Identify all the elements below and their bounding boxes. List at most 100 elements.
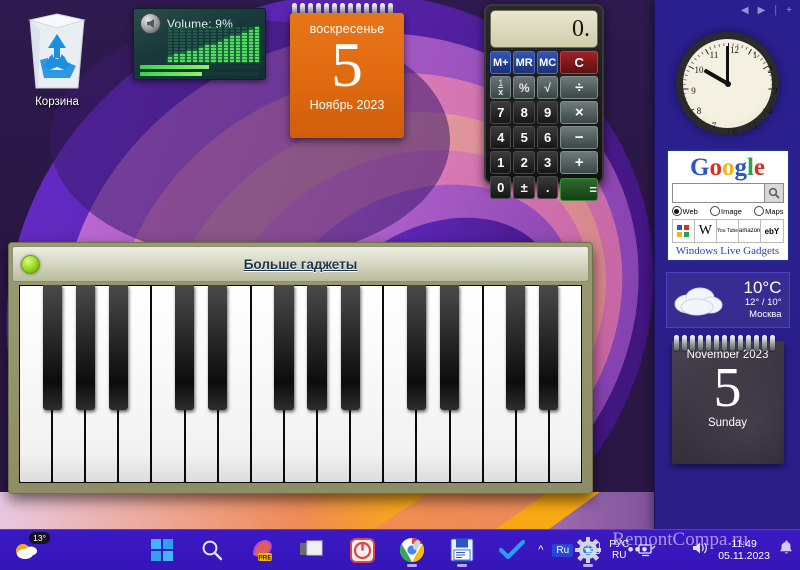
piano-black-key[interactable] <box>506 285 526 410</box>
clock-gadget[interactable]: 121234567891011 <box>670 26 785 141</box>
piano-black-key[interactable] <box>174 285 195 410</box>
power-app-icon[interactable] <box>342 530 382 570</box>
recycle-bin[interactable]: Корзина <box>14 8 100 128</box>
calculator-key-[interactable]: ± <box>513 176 535 199</box>
radio-dot-icon[interactable] <box>671 206 682 216</box>
piano-black-key[interactable] <box>539 285 559 410</box>
radio-label: Maps <box>765 206 784 216</box>
calculator-key-5[interactable]: 5 <box>513 126 535 149</box>
calculator-key-6[interactable]: 6 <box>536 126 559 149</box>
google-search-gadget[interactable]: Google Web Image Maps W You Tube amazon eb… <box>665 149 790 262</box>
volume-bar-2[interactable] <box>140 72 259 76</box>
task-view-button[interactable] <box>292 530 332 570</box>
save-app-icon[interactable] <box>442 530 482 570</box>
calculator-key-M[interactable]: M+ <box>490 51 512 74</box>
piano-title-link[interactable]: Больше гаджеты <box>13 257 588 272</box>
calculator-keypad[interactable]: M+ MR MC C 1 x% √ ÷ 7 8 9 × 4 5 6− 1 2 3 +0 ±. = <box>490 51 598 201</box>
piano-black-key[interactable] <box>439 285 460 410</box>
calculator-key-[interactable]: − <box>560 126 598 149</box>
piano-titlebar[interactable]: Больше гаджеты <box>12 246 589 282</box>
radio-dot-icon[interactable] <box>754 206 765 216</box>
calculator-key-4[interactable]: 4 <box>490 126 512 149</box>
volume-bar-1[interactable] <box>140 65 259 69</box>
calculator-key-0[interactable]: 0 <box>490 176 512 199</box>
sidebar-add-gadget-button[interactable]: + <box>786 5 792 16</box>
tray-clock[interactable]: 11:49 05.11.2023 <box>718 538 770 562</box>
google-radio-maps[interactable]: Maps <box>754 206 784 216</box>
google-search-scope-radios[interactable]: Web Image Maps <box>671 206 784 216</box>
lang-top: РУС <box>609 539 630 550</box>
piano-keyboard[interactable] <box>19 285 582 483</box>
sidebar-next-button[interactable]: ▶ <box>758 5 766 16</box>
ebay-icon[interactable]: ebY <box>761 220 782 242</box>
check-app-icon[interactable] <box>492 530 532 570</box>
clock-tick <box>690 114 694 117</box>
calculator-key-MC[interactable]: MC <box>536 51 559 74</box>
google-radio-image[interactable]: Image <box>710 206 742 216</box>
calculator-key-9[interactable]: 9 <box>536 101 559 124</box>
calculator-key-2[interactable]: 2 <box>513 151 535 174</box>
keyboard-icon[interactable] <box>582 541 601 559</box>
clock-tick <box>768 88 774 90</box>
piano-black-key[interactable] <box>108 285 128 410</box>
google-shortcut-row[interactable]: W You Tube amazon ebY <box>671 219 784 243</box>
piano-black-key[interactable] <box>406 285 426 410</box>
youtube-icon[interactable]: You Tube <box>717 220 740 242</box>
start-button[interactable] <box>142 530 182 570</box>
clock-tick <box>708 128 711 132</box>
tray-lang-badge[interactable]: Ru <box>552 543 574 557</box>
spiral-ring <box>713 335 719 351</box>
volume-icon[interactable] <box>691 540 709 561</box>
search-button[interactable] <box>192 530 232 570</box>
weather-gadget[interactable]: 10°C 12° / 10° Москва <box>665 272 790 328</box>
clock-tick <box>740 130 743 133</box>
calculator-gadget[interactable]: 0. M+ MR MC C 1 x% √ ÷ 7 8 9 × 4 5 6− 1 2 3 +0 ±. = <box>484 4 604 201</box>
tray-time: 11:49 <box>731 538 757 550</box>
google-search-input[interactable] <box>671 183 765 203</box>
bell-icon[interactable] <box>779 540 794 561</box>
radio-dot-icon[interactable] <box>710 206 721 216</box>
tray-chevron-icon[interactable]: ^ <box>538 544 543 556</box>
clock-tick <box>693 57 697 61</box>
google-gadget-footer[interactable]: Windows Live Gadgets <box>672 245 784 257</box>
wikipedia-icon[interactable]: W <box>695 220 717 242</box>
piano-black-key[interactable] <box>307 285 327 410</box>
calculator-key-[interactable]: % <box>513 76 535 99</box>
tray-language-indicator[interactable]: РУС RU <box>609 539 629 561</box>
magnifier-icon[interactable] <box>764 183 784 203</box>
calculator-key-[interactable]: × <box>560 101 598 124</box>
piano-black-key[interactable] <box>208 285 228 410</box>
calculator-key-1x[interactable]: 1x <box>490 76 512 99</box>
piano-black-key[interactable] <box>274 285 294 410</box>
piano-black-key[interactable] <box>42 285 62 410</box>
pre-app-icon[interactable]: PRE <box>242 530 282 570</box>
sidebar-prev-button[interactable]: ◀ <box>741 5 749 16</box>
calculator-key-[interactable]: = <box>560 178 598 201</box>
calculator-key-[interactable]: + <box>560 151 598 174</box>
calculator-key-1[interactable]: 1 <box>490 151 512 174</box>
clock-tick <box>747 48 752 55</box>
chrome-icon[interactable] <box>392 530 432 570</box>
piano-black-key[interactable] <box>340 285 360 410</box>
calculator-key-[interactable]: . <box>536 176 559 199</box>
weather-temperature: 10°C <box>743 278 782 297</box>
calculator-key-MR[interactable]: MR <box>513 51 535 74</box>
calculator-key-8[interactable]: 8 <box>513 101 535 124</box>
calculator-key-3[interactable]: 3 <box>536 151 559 174</box>
volume-gadget[interactable]: Volume: 9% <box>133 8 266 80</box>
calendar-gadget-orange[interactable]: воскресенье 5 Ноябрь 2023 <box>290 3 404 138</box>
piano-black-key[interactable] <box>75 285 95 410</box>
calculator-key-[interactable]: ÷ <box>560 76 598 99</box>
network-icon[interactable] <box>638 536 682 564</box>
clock-tick <box>732 43 734 46</box>
calculator-key-[interactable]: √ <box>536 76 559 99</box>
calculator-key-7[interactable]: 7 <box>490 101 512 124</box>
google-radio-web[interactable]: Web <box>671 206 698 216</box>
calendar-gadget-dark[interactable]: November 2023 5 Sunday <box>671 335 784 464</box>
clock-tick <box>762 61 766 64</box>
equalizer-column <box>211 27 216 62</box>
amazon-icon[interactable]: amazon <box>739 220 762 242</box>
google-apps-icon[interactable] <box>673 220 695 242</box>
piano-gadget-window[interactable]: Больше гаджеты <box>8 242 593 494</box>
calculator-key-C[interactable]: C <box>560 51 598 74</box>
